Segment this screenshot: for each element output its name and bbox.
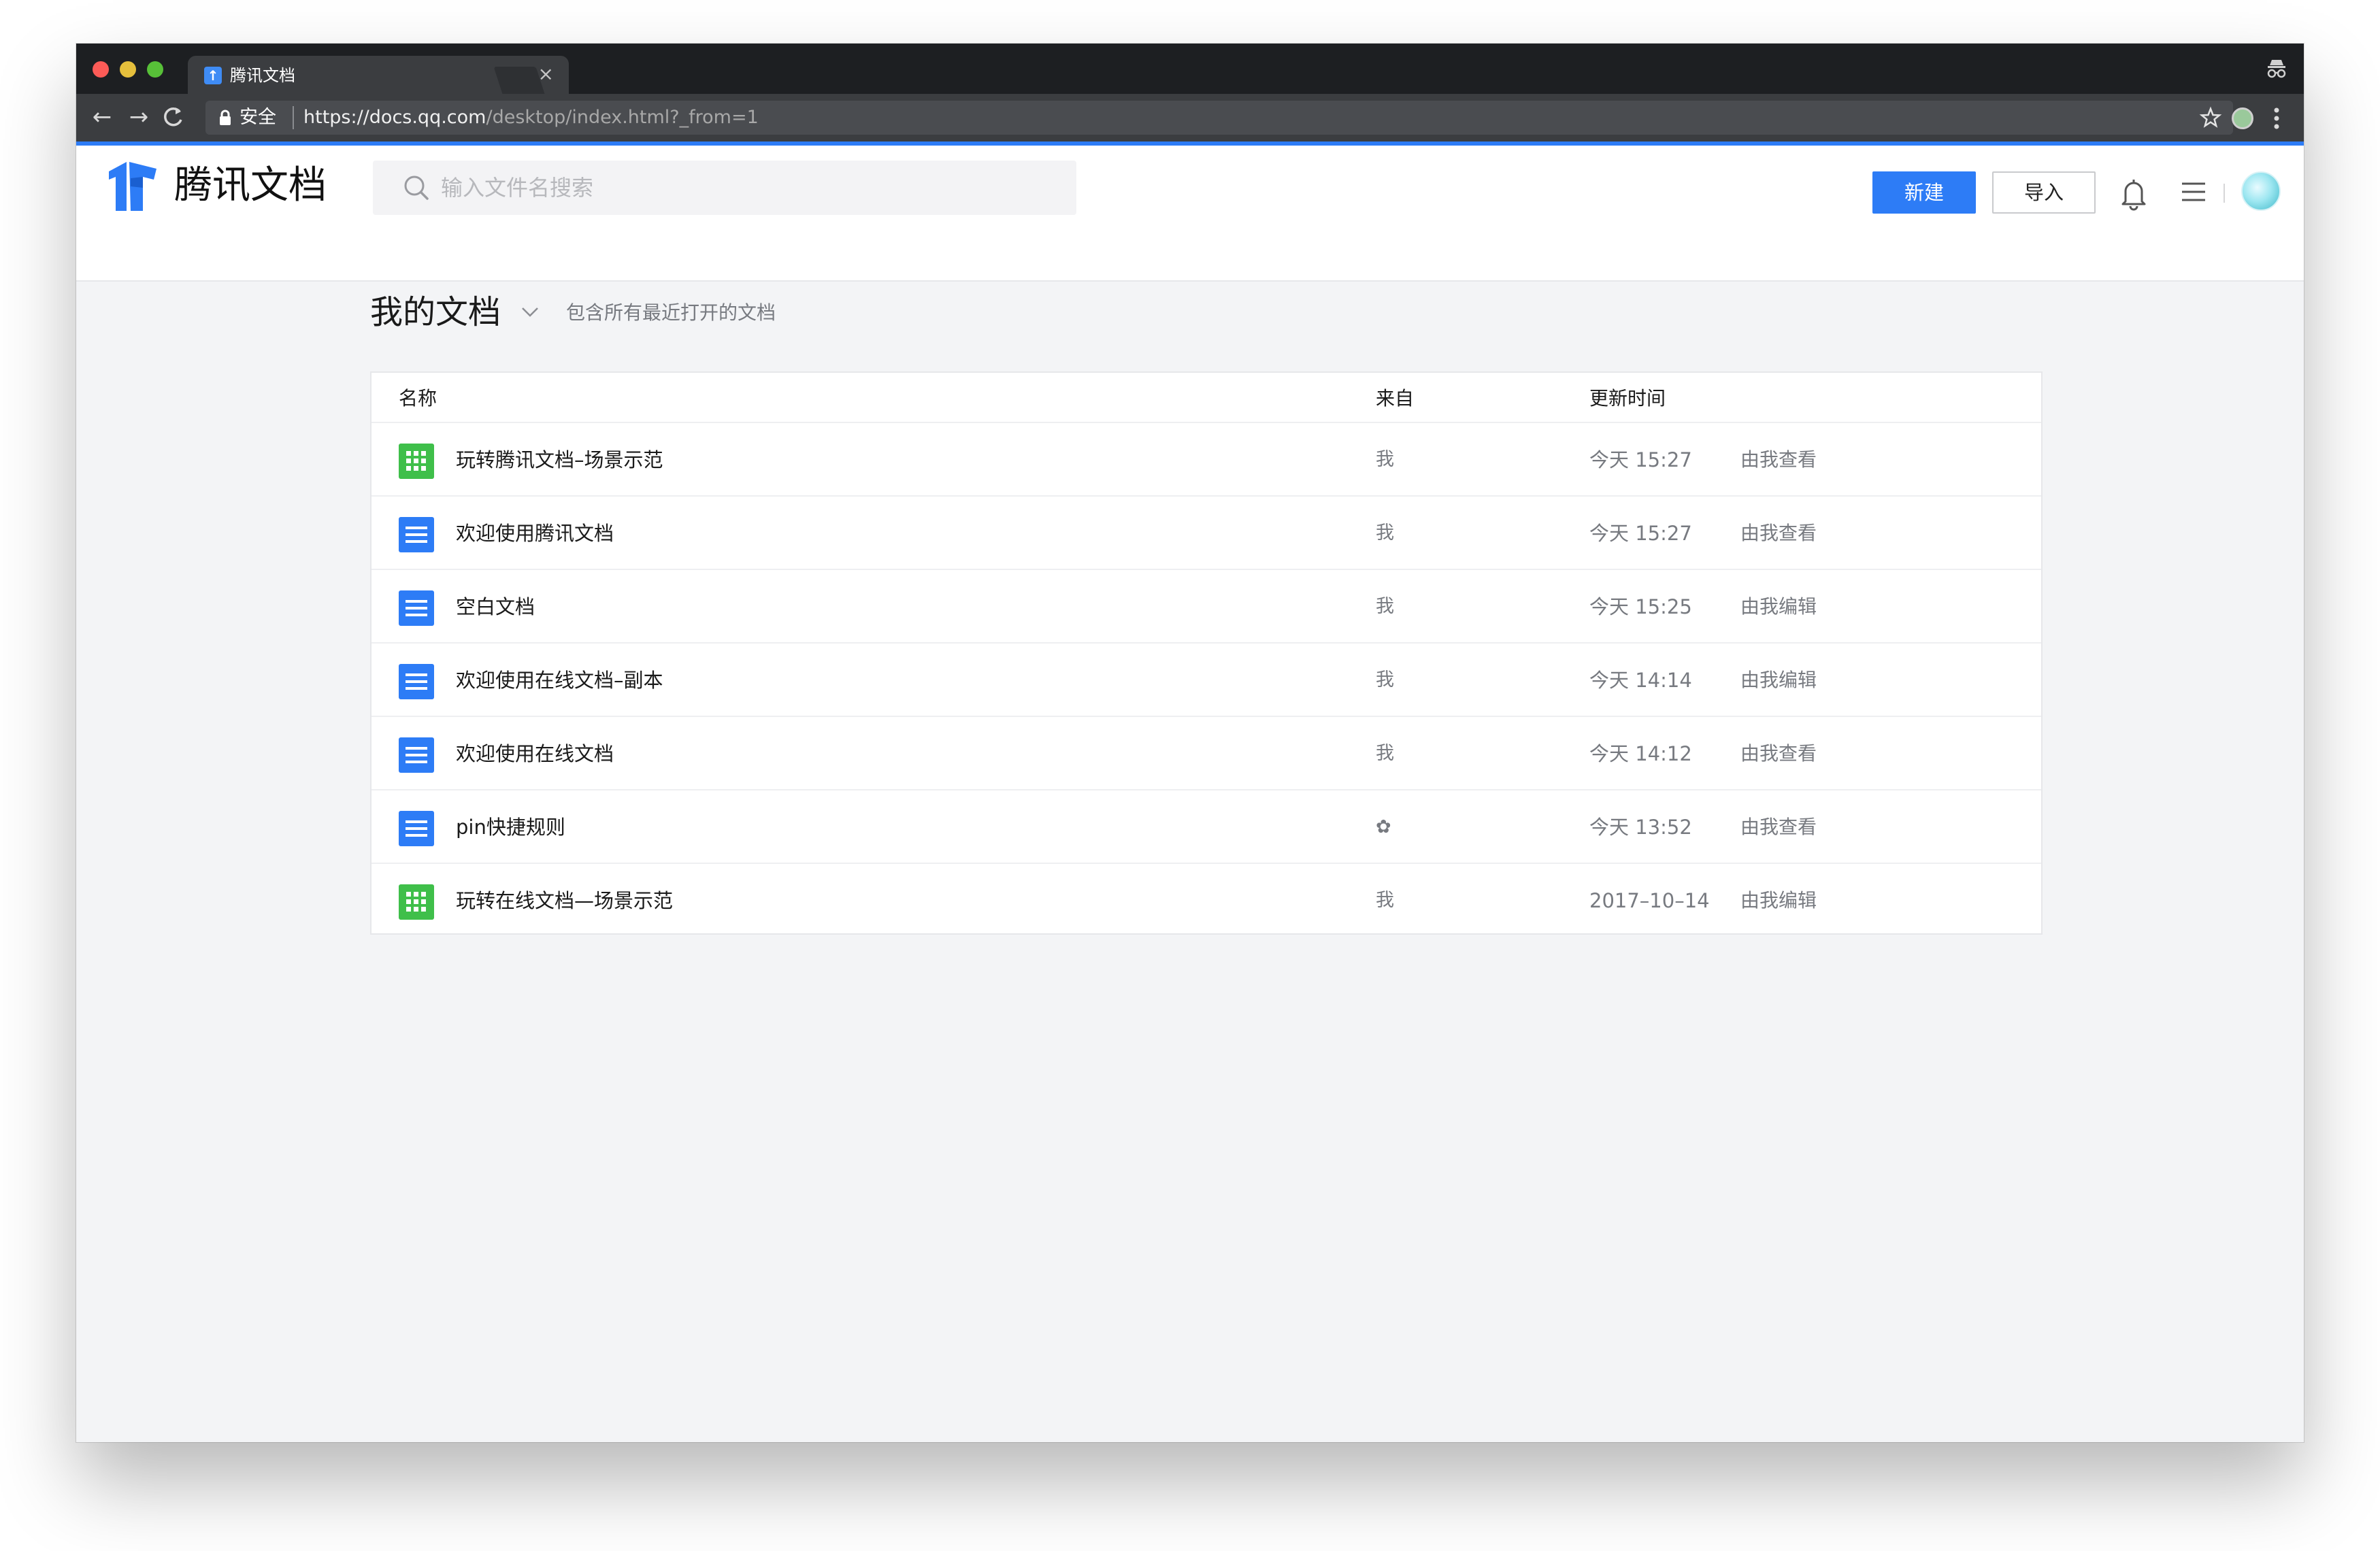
import-button[interactable]: 导入 xyxy=(1992,171,2096,214)
maximize-window-button[interactable] xyxy=(147,61,163,78)
lock-icon xyxy=(220,110,231,125)
forward-arrow-icon[interactable]: → xyxy=(124,102,154,132)
document-activity: 由我查看 xyxy=(1740,742,1817,765)
document-owner: 我 xyxy=(1376,449,1394,470)
new-tab-button[interactable] xyxy=(493,67,545,94)
search-box[interactable] xyxy=(373,161,1076,215)
url-text[interactable]: https://docs.qq.com/desktop/index.html?_… xyxy=(303,106,759,129)
document-updated-time: 今天 14:14 xyxy=(1589,669,1692,692)
table-row[interactable]: 欢迎使用在线文档–副本 我 今天 14:14 由我编辑 xyxy=(371,644,2041,717)
document-icon xyxy=(399,737,434,773)
document-owner: 我 xyxy=(1376,890,1394,911)
document-owner: 我 xyxy=(1376,522,1394,544)
bookmark-star-icon[interactable] xyxy=(2199,106,2222,129)
column-header-name[interactable]: 名称 xyxy=(399,385,437,412)
document-icon xyxy=(399,664,434,699)
new-document-button[interactable]: 新建 xyxy=(1872,171,1976,214)
column-header-time[interactable]: 更新时间 xyxy=(1589,385,1666,412)
back-arrow-icon[interactable]: ← xyxy=(87,102,117,132)
document-activity: 由我编辑 xyxy=(1740,889,1817,912)
document-name[interactable]: 玩转在线文档—场景示范 xyxy=(456,887,673,914)
tencent-docs-favicon-icon: ↑ xyxy=(204,67,222,84)
header-divider xyxy=(2224,184,2225,203)
document-name[interactable]: 空白文档 xyxy=(456,593,535,620)
document-owner: 我 xyxy=(1376,596,1394,617)
app-header: 腾讯文档 新建 导入 xyxy=(76,146,2304,282)
document-updated-time: 今天 13:52 xyxy=(1589,816,1692,839)
reload-icon[interactable] xyxy=(159,103,186,131)
secure-label: 安全 xyxy=(239,107,276,128)
document-activity: 由我编辑 xyxy=(1740,595,1817,618)
page-subtitle: 包含所有最近打开的文档 xyxy=(566,301,776,324)
user-avatar[interactable] xyxy=(2241,171,2281,211)
document-owner: ✿ xyxy=(1376,816,1391,837)
more-options-icon[interactable] xyxy=(2270,103,2283,133)
document-activity: 由我查看 xyxy=(1740,448,1817,471)
tencent-docs-logo-icon[interactable] xyxy=(103,159,161,214)
table-row[interactable]: 空白文档 我 今天 15:25 由我编辑 xyxy=(371,570,2041,644)
document-updated-time: 今天 15:27 xyxy=(1589,448,1692,471)
page-title[interactable]: 我的文档 xyxy=(370,288,501,336)
table-row[interactable]: 欢迎使用腾讯文档 我 今天 15:27 由我查看 xyxy=(371,497,2041,570)
browser-window: ↑ 腾讯文档 × ← → 安全 https://docs.qq.com/desk… xyxy=(76,44,2304,1442)
menu-hamburger-icon[interactable] xyxy=(2180,180,2207,204)
minimize-window-button[interactable] xyxy=(120,61,136,78)
document-owner: 我 xyxy=(1376,743,1394,764)
spreadsheet-icon xyxy=(399,444,434,479)
url-host: https://docs.qq.com xyxy=(303,107,486,128)
documents-table: 名称 来自 更新时间 玩转腾讯文档–场景示范 我 今天 15:27 由我查看 欢… xyxy=(370,371,2043,935)
logo-text[interactable]: 腾讯文档 xyxy=(174,162,327,210)
document-icon xyxy=(399,517,434,552)
document-updated-time: 今天 15:27 xyxy=(1589,522,1692,545)
document-icon xyxy=(399,811,434,846)
spreadsheet-icon xyxy=(399,884,434,920)
incognito-icon[interactable] xyxy=(2264,56,2289,80)
search-icon xyxy=(404,176,429,200)
column-header-from[interactable]: 来自 xyxy=(1376,385,1414,412)
document-activity: 由我查看 xyxy=(1740,816,1817,838)
document-updated-time: 2017–10–14 xyxy=(1589,889,1710,912)
document-name[interactable]: pin快捷规则 xyxy=(456,814,565,841)
document-owner: 我 xyxy=(1376,669,1394,690)
document-name[interactable]: 玩转腾讯文档–场景示范 xyxy=(456,446,663,473)
browser-tabstrip: ↑ 腾讯文档 × xyxy=(76,44,2304,94)
table-row[interactable]: 玩转在线文档—场景示范 我 2017–10–14 由我编辑 xyxy=(371,864,2041,937)
chevron-down-icon[interactable] xyxy=(518,302,542,322)
address-bar[interactable]: 安全 https://docs.qq.com/desktop/index.htm… xyxy=(205,101,2233,135)
browser-toolbar: ← → 安全 https://docs.qq.com/desktop/index… xyxy=(76,94,2304,141)
tab-title: 腾讯文档 xyxy=(230,66,295,85)
profile-avatar[interactable] xyxy=(2232,107,2253,129)
notification-bell-icon[interactable] xyxy=(2119,177,2149,211)
table-row[interactable]: 欢迎使用在线文档 我 今天 14:12 由我查看 xyxy=(371,717,2041,790)
document-activity: 由我查看 xyxy=(1740,522,1817,544)
document-icon xyxy=(399,590,434,626)
document-updated-time: 今天 15:25 xyxy=(1589,595,1692,618)
table-row[interactable]: pin快捷规则 ✿ 今天 13:52 由我查看 xyxy=(371,790,2041,864)
document-name[interactable]: 欢迎使用在线文档 xyxy=(456,740,614,767)
table-row[interactable]: 玩转腾讯文档–场景示范 我 今天 15:27 由我查看 xyxy=(371,423,2041,497)
search-input[interactable] xyxy=(441,170,1053,205)
table-header: 名称 来自 更新时间 xyxy=(371,373,2041,423)
document-name[interactable]: 欢迎使用腾讯文档 xyxy=(456,520,614,547)
document-updated-time: 今天 14:12 xyxy=(1589,742,1692,765)
address-divider xyxy=(293,106,294,129)
url-path: /desktop/index.html?_from=1 xyxy=(486,107,759,128)
document-activity: 由我编辑 xyxy=(1740,669,1817,691)
document-name[interactable]: 欢迎使用在线文档–副本 xyxy=(456,667,663,694)
close-window-button[interactable] xyxy=(93,61,109,78)
